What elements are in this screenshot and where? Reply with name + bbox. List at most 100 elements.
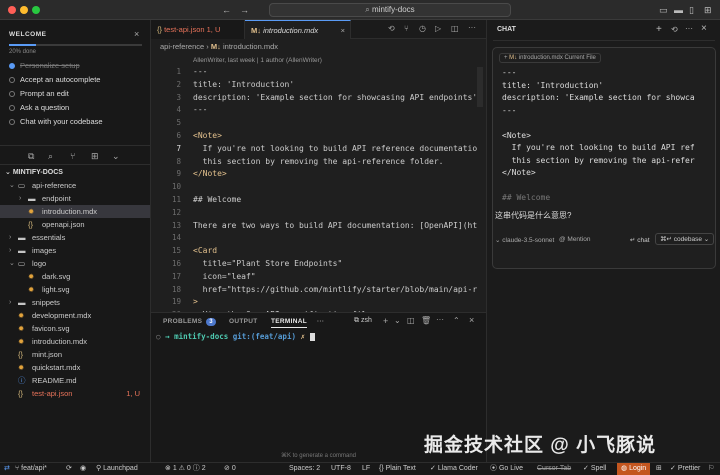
prettier-indicator[interactable]: ✓ Prettier bbox=[670, 463, 700, 475]
welcome-item[interactable]: Chat with your codebase bbox=[9, 117, 103, 126]
history-icon[interactable]: ⟲ bbox=[671, 25, 678, 34]
model-selector[interactable]: ⌄ claude-3.5-sonnet bbox=[495, 236, 554, 244]
panel-tab[interactable]: OUTPUT bbox=[229, 318, 258, 325]
welcome-item[interactable]: Ask a question bbox=[9, 103, 69, 112]
terminal-shell-selector[interactable]: ⧉ zsh bbox=[354, 317, 372, 325]
close-icon[interactable]: × bbox=[134, 29, 139, 39]
maximize-panel-icon[interactable]: ⌃ bbox=[453, 316, 460, 325]
back-arrow-icon[interactable]: ← bbox=[222, 4, 231, 16]
panel-tab[interactable]: PROBLEMS 3 bbox=[163, 318, 216, 326]
file-tree-item[interactable]: {} openapi.json bbox=[0, 218, 150, 231]
code-editor[interactable]: AllenWriter, last week | 1 author (Allen… bbox=[151, 55, 486, 312]
llama-coder-indicator[interactable]: ✓ Llama Coder bbox=[430, 463, 478, 475]
split-editor-icon[interactable]: ◫ bbox=[451, 24, 459, 33]
welcome-item-label: Prompt an edit bbox=[20, 89, 69, 98]
breadcrumb-folder[interactable]: api-reference bbox=[160, 42, 204, 51]
welcome-item[interactable]: Personalize setup bbox=[9, 61, 80, 70]
launchpad-button[interactable]: ⚲ Launchpad bbox=[96, 463, 138, 475]
run-icon[interactable]: ▷ bbox=[435, 24, 441, 33]
welcome-item[interactable]: Accept an autocomplete bbox=[9, 75, 100, 84]
tab-introduction-mdx[interactable]: M↓ introduction.mdx × bbox=[245, 20, 351, 39]
panel-tab[interactable]: TERMINAL bbox=[271, 318, 307, 328]
file-tree-item[interactable]: › ▬ images bbox=[0, 244, 150, 257]
new-terminal-icon[interactable]: + bbox=[383, 316, 388, 326]
minimize-window-button[interactable] bbox=[20, 6, 28, 14]
indentation-indicator[interactable]: Spaces: 2 bbox=[289, 463, 320, 475]
close-icon[interactable]: × bbox=[701, 23, 707, 34]
extensions-icon[interactable]: ⊞ bbox=[91, 151, 99, 161]
split-terminal-icon[interactable]: ◫ bbox=[407, 316, 415, 325]
close-window-button[interactable] bbox=[8, 6, 16, 14]
more-actions-icon[interactable]: ··· bbox=[468, 23, 476, 32]
user-icon: ◍ bbox=[621, 465, 630, 472]
explorer-title[interactable]: ⌄ MINTIFY-DOCS bbox=[5, 168, 63, 176]
tab-test-api-json[interactable]: {} test-api.json 1, U bbox=[151, 20, 245, 39]
file-tree-item[interactable]: ⌄ ▭ api-reference bbox=[0, 179, 150, 192]
source-control-icon[interactable]: ⑂ bbox=[70, 151, 75, 161]
ports-indicator[interactable]: ⊘ 0 bbox=[224, 463, 236, 475]
code-line: There are two ways to build API document… bbox=[193, 220, 478, 230]
file-tree-item[interactable]: {} test-api.json 1, U bbox=[0, 387, 150, 400]
file-tree-item[interactable]: ✹ introduction.mdx bbox=[0, 335, 150, 348]
more-actions-icon[interactable]: ··· bbox=[436, 315, 444, 324]
spell-check-indicator[interactable]: ✓ Spell bbox=[583, 463, 606, 475]
welcome-item[interactable]: Prompt an edit bbox=[9, 89, 69, 98]
file-tree-item[interactable]: › ▬ snippets bbox=[0, 296, 150, 309]
code-line: --- bbox=[193, 105, 208, 115]
notification-icon[interactable]: ⊞ bbox=[656, 463, 662, 475]
file-tree-item[interactable]: › ▬ essentials bbox=[0, 231, 150, 244]
file-tree-item[interactable]: ✹ light.svg bbox=[0, 283, 150, 296]
context-file-chip[interactable]: + M↓ introduction.mdx Current File bbox=[499, 53, 601, 63]
cursor-tab-toggle[interactable]: Cursor Tab bbox=[537, 463, 571, 475]
go-live-button[interactable]: ⦿ Go Live bbox=[490, 463, 523, 475]
maximize-window-button[interactable] bbox=[32, 6, 40, 14]
chevron-down-icon[interactable]: ⌄ bbox=[112, 151, 120, 161]
codebase-button[interactable]: ⌘↵ codebase ⌄ bbox=[655, 233, 715, 245]
mention-button[interactable]: @ Mention bbox=[559, 236, 591, 243]
source-control-icon[interactable]: ⑂ bbox=[404, 24, 409, 33]
bell-icon[interactable]: ⚐ bbox=[708, 463, 714, 475]
eol-indicator[interactable]: LF bbox=[362, 463, 370, 475]
problems-indicator[interactable]: ⊗ 1 ⚠ 0 ⓘ 2 bbox=[165, 463, 206, 475]
search-icon[interactable]: ⌕ bbox=[48, 151, 53, 161]
language-indicator[interactable]: {} Plain Text bbox=[379, 463, 416, 475]
file-tree-item[interactable]: ⓘ README.md bbox=[0, 374, 150, 387]
eye-icon[interactable]: ◉ bbox=[80, 463, 86, 475]
file-tree-item[interactable]: ✹ favicon.svg bbox=[0, 322, 150, 335]
files-icon[interactable]: ⧉ bbox=[28, 151, 34, 161]
toggle-sidebar-icon[interactable]: ▭ bbox=[659, 4, 668, 16]
file-tree-item[interactable]: ✹ quickstart.mdx bbox=[0, 361, 150, 374]
panel-tab[interactable]: ··· bbox=[317, 318, 324, 325]
forward-arrow-icon[interactable]: → bbox=[240, 4, 249, 16]
new-chat-icon[interactable]: + bbox=[656, 24, 662, 35]
chevron-down-icon[interactable]: ⌄ bbox=[394, 316, 401, 325]
file-tree-item[interactable]: ✹ dark.svg bbox=[0, 270, 150, 283]
file-tree-item[interactable]: {} mint.json bbox=[0, 348, 150, 361]
toggle-panel-icon[interactable]: ▬ bbox=[674, 4, 683, 16]
terminal-prompt-line[interactable]: ○ → mintify-docs git:(feat/api) ✗ bbox=[156, 332, 315, 342]
login-button[interactable]: ◍ Login bbox=[617, 463, 651, 475]
command-center-search[interactable]: ⌕ mintify-docs bbox=[269, 3, 511, 17]
encoding-indicator[interactable]: UTF-8 bbox=[331, 463, 351, 475]
more-actions-icon[interactable]: ··· bbox=[685, 24, 693, 33]
customize-layout-icon[interactable]: ⊞ bbox=[704, 4, 712, 16]
file-tree-label: endpoint bbox=[42, 194, 71, 203]
toggle-secondary-sidebar-icon[interactable]: ▯ bbox=[689, 4, 694, 16]
sync-icon[interactable]: ⟳ bbox=[66, 463, 72, 475]
timeline-icon[interactable]: ◷ bbox=[419, 24, 426, 33]
file-tree-item[interactable]: ✹ development.mdx bbox=[0, 309, 150, 322]
git-blame-annotation: AllenWriter, last week | 1 author (Allen… bbox=[193, 57, 322, 64]
file-tree-item[interactable]: ✹ introduction.mdx bbox=[0, 205, 150, 218]
compare-icon[interactable]: ⟲ bbox=[388, 24, 395, 33]
breadcrumb-file[interactable]: introduction.mdx bbox=[223, 42, 278, 51]
file-tree-item[interactable]: ⌄ ▭ logo bbox=[0, 257, 150, 270]
remote-icon[interactable]: ⇄ bbox=[4, 463, 10, 475]
send-chat-button[interactable]: ↵ chat bbox=[630, 236, 650, 244]
activity-bar: ⧉ ⌕ ⑂ ⊞ ⌄ bbox=[0, 145, 151, 165]
editor-scrollbar[interactable] bbox=[477, 67, 483, 107]
trash-icon[interactable]: 🗑 bbox=[421, 316, 431, 325]
close-icon[interactable]: × bbox=[469, 315, 474, 325]
close-icon[interactable]: × bbox=[341, 21, 345, 40]
file-tree-item[interactable]: › ▬ endpoint bbox=[0, 192, 150, 205]
branch-indicator[interactable]: ⑂ feat/api* bbox=[15, 463, 47, 475]
